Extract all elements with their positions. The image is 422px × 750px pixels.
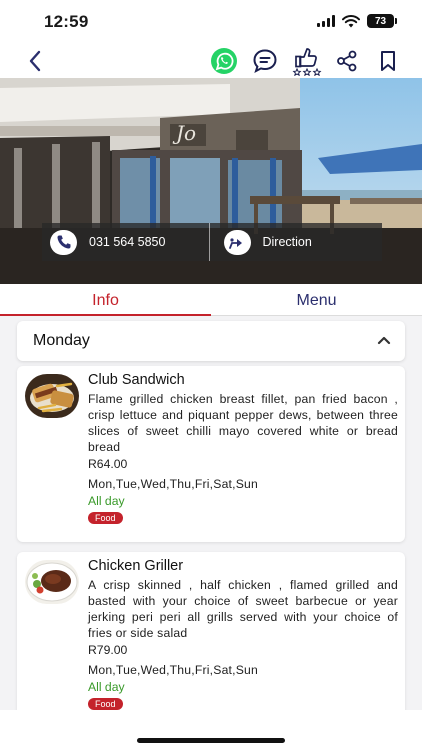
day-label: Monday [33, 332, 90, 349]
day-header[interactable]: Monday [17, 321, 405, 361]
menu-item[interactable]: Club Sandwich Flame grilled chicken brea… [17, 366, 405, 542]
share-icon [337, 50, 357, 72]
rating-thumb-icon [292, 48, 322, 76]
status-icons: 73 [317, 14, 397, 28]
tab-menu[interactable]: Menu [211, 284, 422, 315]
whatsapp-button[interactable] [209, 46, 239, 76]
item-price: R79.00 [88, 643, 128, 657]
bookmark-button[interactable] [373, 46, 403, 76]
bookmark-icon [381, 51, 395, 71]
food-thumbnail [25, 560, 79, 604]
tab-bar: Info Menu [0, 284, 422, 316]
wifi-icon [342, 14, 360, 27]
menu-item[interactable]: Chicken Griller A crisp skinned , half c… [17, 552, 405, 710]
direction-icon [223, 229, 251, 255]
rate-button[interactable] [290, 46, 324, 76]
menu-content: Monday Club Sandwich Flame grilled chick… [0, 316, 422, 710]
item-availability: All day [88, 680, 125, 694]
item-days: Mon,Tue,Wed,Thu,Fri,Sat,Sun [88, 663, 259, 677]
chat-button[interactable] [250, 46, 280, 76]
status-bar: 12:59 73 [0, 0, 422, 44]
restaurant-photo: Jo 031 564 5850 Direction [0, 78, 422, 284]
share-button[interactable] [332, 46, 362, 76]
whatsapp-icon [211, 48, 237, 74]
back-button[interactable] [20, 46, 50, 76]
contact-bar: 031 564 5850 Direction [42, 223, 382, 261]
item-days: Mon,Tue,Wed,Thu,Fri,Sat,Sun [88, 477, 259, 491]
home-indicator[interactable] [137, 738, 285, 743]
chevron-left-icon [29, 50, 41, 72]
signal-icon [317, 15, 335, 27]
item-category-badge: Food [88, 698, 123, 710]
item-price: R64.00 [88, 457, 128, 471]
item-name: Chicken Griller [88, 558, 184, 574]
menu-item-details: Chicken Griller A crisp skinned , half c… [88, 558, 398, 710]
call-button[interactable]: 031 564 5850 [42, 223, 209, 261]
restaurant-sign: Jo [172, 121, 196, 145]
phone-number: 031 564 5850 [89, 235, 166, 249]
direction-label: Direction [262, 235, 312, 249]
item-availability: All day [88, 494, 125, 508]
status-time: 12:59 [44, 12, 89, 31]
chat-icon [253, 49, 277, 74]
direction-button[interactable]: Direction [208, 223, 383, 261]
item-name: Club Sandwich [88, 372, 185, 388]
restaurant-detail-screen: 12:59 73 Jo 031 564 5850 Direction Info … [0, 0, 422, 750]
item-description: Flame grilled chicken breast fillet, pan… [88, 392, 398, 454]
item-description: A crisp skinned , half chicken , flamed … [88, 578, 398, 640]
tab-info[interactable]: Info [0, 284, 211, 316]
phone-icon [50, 229, 77, 255]
toolbar [0, 44, 422, 78]
food-thumbnail [25, 374, 79, 418]
item-category-badge: Food [88, 512, 123, 524]
chevron-up-icon [377, 336, 391, 345]
menu-item-details: Club Sandwich Flame grilled chicken brea… [88, 372, 398, 526]
battery-icon: 73 [367, 14, 397, 28]
